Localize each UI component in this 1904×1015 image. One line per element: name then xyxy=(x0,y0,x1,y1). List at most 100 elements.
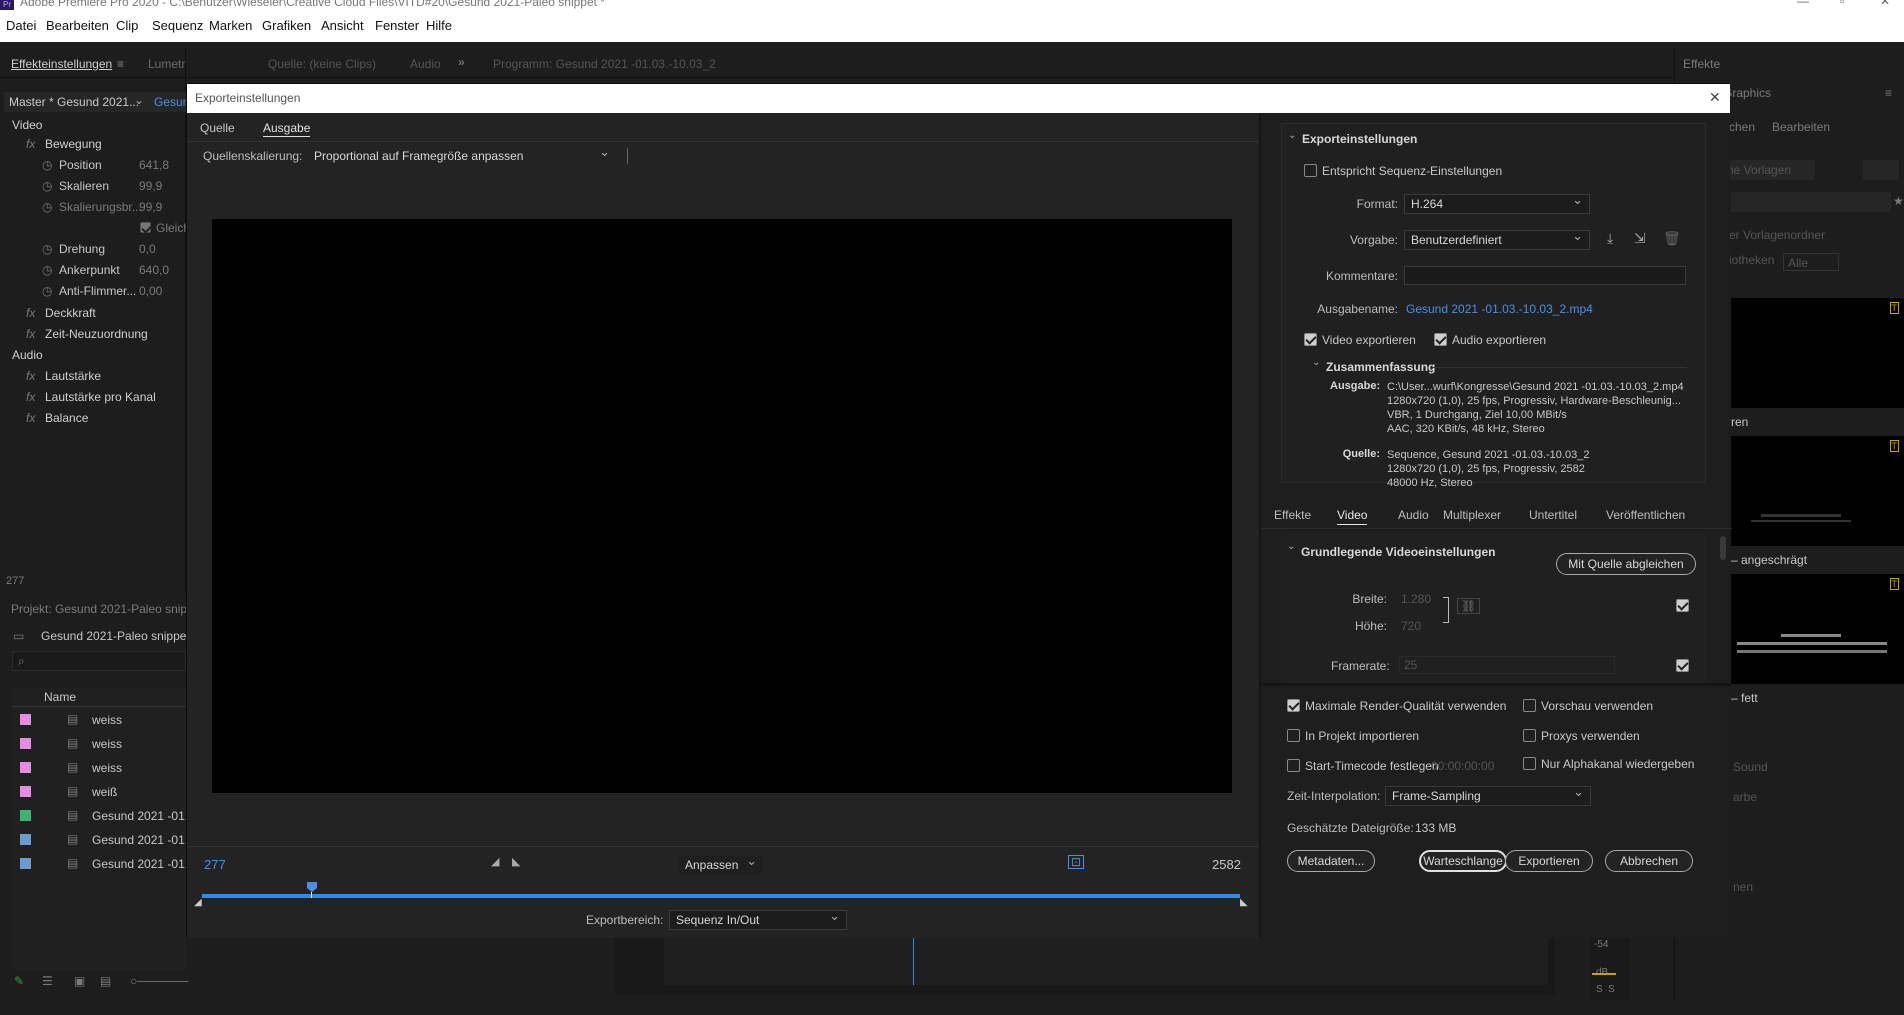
template-thumb-1[interactable]: T xyxy=(1731,298,1904,408)
chevron-down-icon[interactable]: ⌄ xyxy=(134,93,144,107)
project-item-name[interactable]: weiss xyxy=(92,761,122,775)
value-skalierungsbreite[interactable]: 99,9 xyxy=(139,200,162,214)
tab-quelle[interactable]: Quelle: (keine Clips) xyxy=(268,57,376,71)
range-end-handle[interactable]: ◣ xyxy=(1240,897,1248,908)
menu-clip[interactable]: Clip xyxy=(116,18,138,33)
subtab-veroeffentlichen[interactable]: Veröffentlichen xyxy=(1606,508,1685,522)
solo-button-right[interactable]: S xyxy=(1608,984,1615,995)
project-item-name[interactable]: Gesund 2021 -01.0 xyxy=(92,857,195,871)
collapse-video-icon[interactable]: ⌄ xyxy=(1287,541,1295,552)
queue-button[interactable]: Warteschlange xyxy=(1419,850,1507,872)
subtab-effekte[interactable]: Effekte xyxy=(1274,508,1311,522)
subtab-untertitel[interactable]: Untertitel xyxy=(1529,508,1577,522)
framerate-dropdown[interactable]: 25 xyxy=(1399,656,1615,674)
menu-marken[interactable]: Marken xyxy=(209,18,252,33)
close-icon[interactable]: ✕ xyxy=(1709,89,1721,106)
alpha-only-checkbox[interactable] xyxy=(1523,757,1536,770)
subtab-audio[interactable]: Audio xyxy=(1398,508,1429,522)
master-clip-label[interactable]: Master * Gesund 2021... xyxy=(9,95,139,109)
tab-effekte[interactable]: Effekte xyxy=(1683,57,1720,71)
project-item-name[interactable]: Gesund 2021 -01.0 xyxy=(92,809,195,823)
project-item-name[interactable]: weiß xyxy=(92,785,117,799)
export-video-checkbox[interactable] xyxy=(1304,333,1317,346)
menu-sequenz[interactable]: Sequenz xyxy=(152,18,203,33)
menu-datei[interactable]: Datei xyxy=(6,18,36,33)
delete-preset-icon[interactable]: 🗑 xyxy=(1663,230,1681,247)
stopwatch-icon[interactable]: ◷ xyxy=(42,284,52,298)
effect-lautstaerke-kanal[interactable]: Lautstärke pro Kanal xyxy=(45,390,156,404)
current-timecode[interactable]: 277 xyxy=(204,857,226,872)
subtab-multiplexer[interactable]: Multiplexer xyxy=(1443,508,1501,522)
project-tab[interactable]: Projekt: Gesund 2021-Paleo snippet xyxy=(11,602,204,616)
template-thumb-2[interactable]: T xyxy=(1731,436,1904,546)
effect-zeit-neuzuordnung[interactable]: Zeit-Neuzuordnung xyxy=(45,327,148,341)
playhead[interactable] xyxy=(913,937,914,985)
start-timecode-checkbox[interactable] xyxy=(1287,759,1300,772)
preview-checkbox[interactable] xyxy=(1523,699,1536,712)
cancel-button[interactable]: Abbrechen xyxy=(1605,850,1693,872)
freeform-view-icon[interactable]: ▤ xyxy=(100,974,111,988)
star-icon[interactable]: ★ xyxy=(1893,194,1904,208)
match-source-button[interactable]: Mit Quelle abgleichen xyxy=(1556,553,1696,575)
save-preset-icon[interactable]: ⤓ xyxy=(1607,230,1613,247)
adobe-stock-button[interactable] xyxy=(1863,160,1899,180)
list-view-icon[interactable]: ☰ xyxy=(42,974,53,988)
menu-fenster[interactable]: Fenster xyxy=(375,18,419,33)
max-render-checkbox[interactable] xyxy=(1287,699,1300,712)
tab-audio[interactable]: Audio xyxy=(410,57,441,71)
value-drehung[interactable]: 0,0 xyxy=(139,242,156,256)
stopwatch-icon[interactable]: ◷ xyxy=(42,179,52,193)
playhead-handle[interactable] xyxy=(307,882,317,892)
value-ankerpunkt[interactable]: 640,0 xyxy=(139,263,169,277)
tab-source[interactable]: Quelle xyxy=(200,121,235,135)
project-item-name[interactable]: weiss xyxy=(92,737,122,751)
value-skalieren[interactable]: 99,9 xyxy=(139,179,162,193)
tab-bearbeiten[interactable]: Bearbeiten xyxy=(1772,120,1830,134)
collapse-icon[interactable]: ⌄ xyxy=(1288,130,1296,141)
range-start-handle[interactable]: ◢ xyxy=(194,897,202,908)
proxies-checkbox[interactable] xyxy=(1523,729,1536,742)
mark-out-icon[interactable]: ◣ xyxy=(512,855,520,868)
settings-scrollbar[interactable] xyxy=(1720,536,1726,560)
project-item-name[interactable]: weiss xyxy=(92,713,122,727)
tab-durchsuchen[interactable]: chen xyxy=(1729,120,1755,134)
output-name-link[interactable]: Gesund 2021 -01.03.-10.03_2.mp4 xyxy=(1406,302,1593,316)
import-preset-icon[interactable]: ⇲ xyxy=(1634,230,1646,247)
stopwatch-icon[interactable]: ◷ xyxy=(42,158,52,172)
interp-dropdown[interactable]: Frame-Sampling xyxy=(1385,784,1591,806)
effect-balance[interactable]: Balance xyxy=(45,411,88,425)
label-color-swatch[interactable] xyxy=(20,858,31,869)
export-range-dropdown[interactable]: Sequenz In/Out xyxy=(669,908,847,930)
alle-dropdown[interactable]: Alle xyxy=(1783,253,1839,271)
maximize-icon[interactable]: ▫ xyxy=(1840,0,1844,8)
uniform-scale-checkbox[interactable] xyxy=(140,222,151,233)
pencil-icon[interactable]: ✎ xyxy=(14,974,24,988)
export-audio-checkbox[interactable] xyxy=(1434,333,1447,346)
meine-vorlagen-button[interactable]: ne Vorlagen xyxy=(1725,160,1815,180)
project-item-name[interactable]: Gesund 2021 -01.0 xyxy=(92,833,195,847)
label-color-swatch[interactable] xyxy=(20,714,31,725)
panel-menu-icon[interactable]: ≡ xyxy=(1885,86,1892,100)
effect-lautstaerke[interactable]: Lautstärke xyxy=(45,369,101,383)
minimize-icon[interactable]: — xyxy=(1797,0,1809,8)
fit-dropdown[interactable]: Anpassen xyxy=(678,853,764,875)
scaling-dropdown[interactable]: Proportional auf Framegröße anpassen xyxy=(307,144,617,166)
link-chain-icon[interactable]: ⛓ xyxy=(1457,598,1481,614)
width-override-checkbox[interactable] xyxy=(1676,599,1689,612)
subtab-video[interactable]: Video xyxy=(1337,508,1368,525)
menu-bearbeiten[interactable]: Bearbeiten xyxy=(46,18,109,33)
menu-ansicht[interactable]: Ansicht xyxy=(321,18,364,33)
export-button[interactable]: Exportieren xyxy=(1505,850,1593,872)
effect-deckkraft[interactable]: Deckkraft xyxy=(45,306,96,320)
stopwatch-icon[interactable]: ◷ xyxy=(42,242,52,256)
stopwatch-icon[interactable]: ◷ xyxy=(42,200,52,214)
metadata-button[interactable]: Metadaten... xyxy=(1287,850,1375,872)
zoom-slider[interactable]: ○────── xyxy=(130,974,188,988)
mark-in-icon[interactable]: ◢ xyxy=(491,855,499,868)
preset-dropdown[interactable]: Benutzerdefiniert xyxy=(1404,228,1590,250)
label-color-swatch[interactable] xyxy=(20,810,31,821)
template-search-input[interactable] xyxy=(1731,192,1891,212)
tab-output[interactable]: Ausgabe xyxy=(263,121,311,137)
label-color-swatch[interactable] xyxy=(20,762,31,773)
height-value[interactable]: 720 xyxy=(1401,619,1421,633)
